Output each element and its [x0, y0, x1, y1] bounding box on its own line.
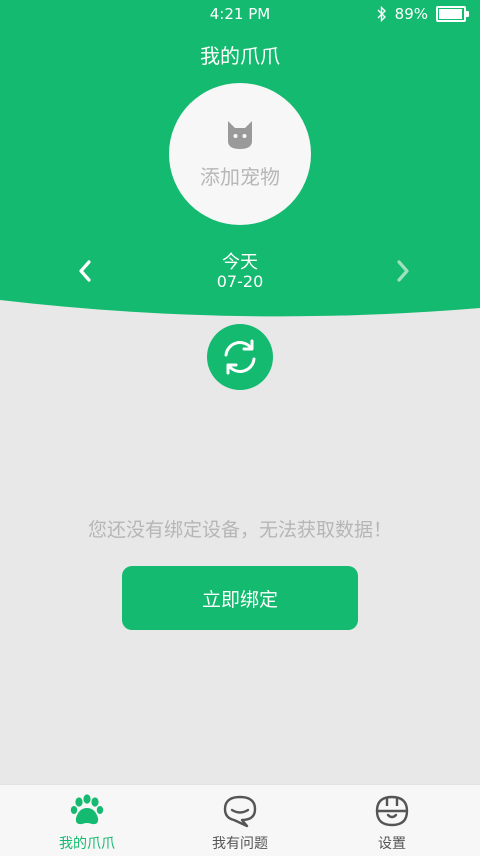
bind-device-button[interactable]: 立即绑定 — [122, 566, 358, 630]
refresh-icon — [224, 339, 256, 375]
tab-label: 我的爪爪 — [59, 836, 115, 852]
page-title: 我的爪爪 — [200, 44, 280, 68]
tab-label: 我有问题 — [212, 836, 268, 852]
date-navigator: 今天 07-20 — [0, 248, 480, 294]
tab-questions[interactable]: 我有问题 — [160, 785, 320, 856]
refresh-button[interactable] — [207, 324, 273, 390]
tab-my-paws[interactable]: 我的爪爪 — [7, 785, 167, 856]
tab-label: 设置 — [378, 836, 406, 852]
next-day-arrow-icon[interactable] — [392, 258, 414, 284]
add-pet-button[interactable]: 添加宠物 — [169, 83, 311, 225]
chat-bubble-icon — [223, 795, 257, 828]
cat-icon — [228, 120, 252, 149]
no-device-notice: 您还没有绑定设备，无法获取数据！ — [87, 519, 392, 541]
add-pet-label: 添加宠物 — [200, 164, 280, 189]
battery-icon — [436, 6, 469, 22]
status-bar: 4:21 PM 89% — [0, 0, 480, 28]
settings-icon — [375, 795, 409, 827]
battery-percent: 89% — [394, 5, 428, 23]
paw-icon — [70, 794, 104, 825]
tab-settings[interactable]: 设置 — [312, 785, 472, 856]
bluetooth-icon — [377, 6, 386, 22]
tab-bar: 我的爪爪 我有问题 设置 — [0, 784, 480, 856]
battery-fill — [439, 9, 463, 19]
